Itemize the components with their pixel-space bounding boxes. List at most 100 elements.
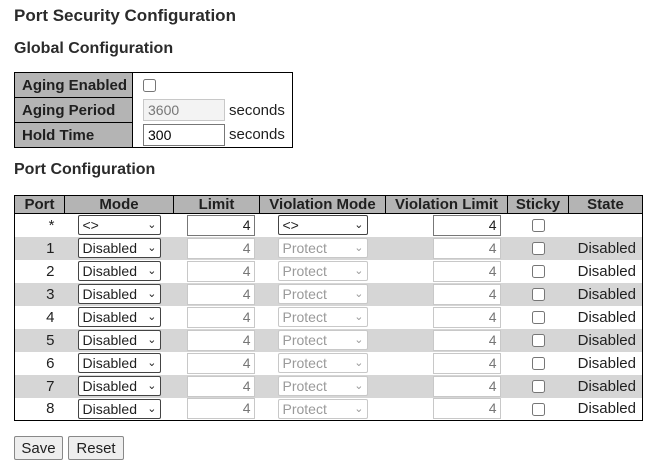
port-number: 2: [14, 259, 65, 283]
table-row-wildcard: * <> ⌄ 4 <> ⌄ 4: [14, 213, 643, 237]
hold-time-label: Hold Time: [14, 122, 133, 148]
violation-mode-select[interactable]: Protect ⌄: [277, 284, 368, 304]
chevron-down-icon: ⌄: [354, 219, 364, 232]
violation-mode-select[interactable]: Protect ⌄: [277, 353, 368, 373]
limit-input[interactable]: 4: [186, 306, 255, 328]
table-row: 5 Disabled ⌄ 4 Protect ⌄ 4 Disabled: [14, 328, 643, 352]
limit-input[interactable]: 4: [186, 329, 255, 351]
mode-select[interactable]: Disabled ⌄: [77, 284, 161, 304]
aging-enabled-label: Aging Enabled: [14, 72, 133, 98]
mode-select[interactable]: <> ⌄: [77, 215, 161, 236]
limit-input[interactable]: 4: [186, 398, 255, 420]
chevron-down-icon: ⌄: [147, 357, 157, 369]
aging-enabled-checkbox[interactable]: [143, 79, 156, 93]
state-value: Disabled: [568, 305, 643, 329]
sticky-checkbox[interactable]: [531, 242, 545, 256]
state-value: Disabled: [568, 374, 643, 398]
chevron-down-icon: ⌄: [147, 288, 157, 300]
limit-input[interactable]: 4: [186, 214, 255, 236]
violation-mode-select[interactable]: Protect ⌄: [277, 307, 368, 327]
state-value: Disabled: [568, 259, 643, 283]
sticky-checkbox[interactable]: [531, 402, 545, 416]
table-row: 4 Disabled ⌄ 4 Protect ⌄ 4 Disabled: [14, 305, 643, 329]
state-value: Disabled: [568, 397, 643, 421]
violation-limit-input[interactable]: 4: [432, 375, 501, 397]
mode-select[interactable]: Disabled ⌄: [77, 330, 161, 350]
hold-time-unit: seconds: [229, 126, 285, 144]
chevron-down-icon: ⌄: [147, 265, 157, 277]
chevron-down-icon: ⌄: [354, 242, 364, 254]
table-row: 7 Disabled ⌄ 4 Protect ⌄ 4 Disabled: [14, 374, 643, 398]
chevron-down-icon: ⌄: [354, 288, 364, 300]
mode-select[interactable]: Disabled ⌄: [77, 398, 161, 419]
column-header-port: Port: [14, 195, 65, 214]
mode-select[interactable]: Disabled ⌄: [77, 238, 161, 258]
chevron-down-icon: ⌄: [354, 402, 364, 415]
state-value: Disabled: [568, 282, 643, 306]
sticky-checkbox[interactable]: [531, 334, 545, 348]
port-number: *: [14, 213, 65, 237]
violation-mode-select[interactable]: <> ⌄: [277, 215, 368, 236]
chevron-down-icon: ⌄: [147, 402, 157, 415]
violation-mode-select[interactable]: Protect ⌄: [277, 376, 368, 396]
limit-input[interactable]: 4: [186, 260, 255, 282]
aging-period-unit: seconds: [229, 101, 285, 119]
sticky-checkbox[interactable]: [531, 288, 545, 302]
table-row: 1 Disabled ⌄ 4 Protect ⌄ 4 Disabled: [14, 236, 643, 260]
violation-limit-input[interactable]: 4: [432, 283, 501, 305]
column-header-mode: Mode: [64, 195, 174, 214]
sticky-checkbox[interactable]: [531, 311, 545, 325]
violation-mode-select[interactable]: Protect ⌄: [277, 238, 368, 258]
port-number: 3: [14, 282, 65, 306]
column-header-state: State: [568, 195, 643, 214]
limit-input[interactable]: 4: [186, 237, 255, 259]
table-row: 2 Disabled ⌄ 4 Protect ⌄ 4 Disabled: [14, 259, 643, 283]
chevron-down-icon: ⌄: [354, 311, 364, 323]
violation-limit-input[interactable]: 4: [432, 237, 501, 259]
violation-limit-input[interactable]: 4: [432, 329, 501, 351]
chevron-down-icon: ⌄: [147, 311, 157, 323]
violation-limit-input[interactable]: 4: [432, 214, 501, 236]
port-number: 5: [14, 328, 65, 352]
chevron-down-icon: ⌄: [147, 242, 157, 254]
chevron-down-icon: ⌄: [147, 334, 157, 346]
hold-time-input[interactable]: [143, 123, 225, 146]
limit-input[interactable]: 4: [186, 283, 255, 305]
violation-limit-input[interactable]: 4: [432, 260, 501, 282]
port-number: 1: [14, 236, 65, 260]
violation-limit-input[interactable]: 4: [432, 352, 501, 374]
violation-mode-select[interactable]: Protect ⌄: [277, 261, 368, 281]
chevron-down-icon: ⌄: [147, 380, 157, 392]
mode-select[interactable]: Disabled ⌄: [77, 353, 161, 373]
global-config-heading: Global Configuration: [14, 40, 174, 57]
sticky-checkbox[interactable]: [531, 219, 545, 233]
violation-limit-input[interactable]: 4: [432, 398, 501, 420]
state-value: Disabled: [568, 236, 643, 260]
column-header-violation-limit: Violation Limit: [385, 195, 508, 214]
port-number: 6: [14, 351, 65, 375]
reset-button[interactable]: Reset: [68, 436, 124, 460]
mode-select[interactable]: Disabled ⌄: [77, 307, 161, 327]
chevron-down-icon: ⌄: [354, 380, 364, 392]
violation-mode-select[interactable]: Protect ⌄: [277, 330, 368, 350]
mode-select[interactable]: Disabled ⌄: [77, 376, 161, 396]
violation-limit-input[interactable]: 4: [432, 306, 501, 328]
chevron-down-icon: ⌄: [147, 219, 157, 232]
column-header-sticky: Sticky: [507, 195, 569, 214]
mode-select[interactable]: Disabled ⌄: [77, 261, 161, 281]
aging-period-input[interactable]: [143, 99, 225, 121]
limit-input[interactable]: 4: [186, 352, 255, 374]
violation-mode-select[interactable]: Protect ⌄: [277, 398, 368, 419]
port-number: 8: [14, 397, 65, 421]
table-row: 3 Disabled ⌄ 4 Protect ⌄ 4 Disabled: [14, 282, 643, 306]
sticky-checkbox[interactable]: [531, 357, 545, 371]
aging-period-label: Aging Period: [14, 97, 133, 123]
limit-input[interactable]: 4: [186, 375, 255, 397]
chevron-down-icon: ⌄: [354, 357, 364, 369]
save-button[interactable]: Save: [14, 436, 63, 460]
sticky-checkbox[interactable]: [531, 265, 545, 279]
sticky-checkbox[interactable]: [531, 380, 545, 394]
chevron-down-icon: ⌄: [354, 334, 364, 346]
chevron-down-icon: ⌄: [354, 265, 364, 277]
state-value: Disabled: [568, 351, 643, 375]
